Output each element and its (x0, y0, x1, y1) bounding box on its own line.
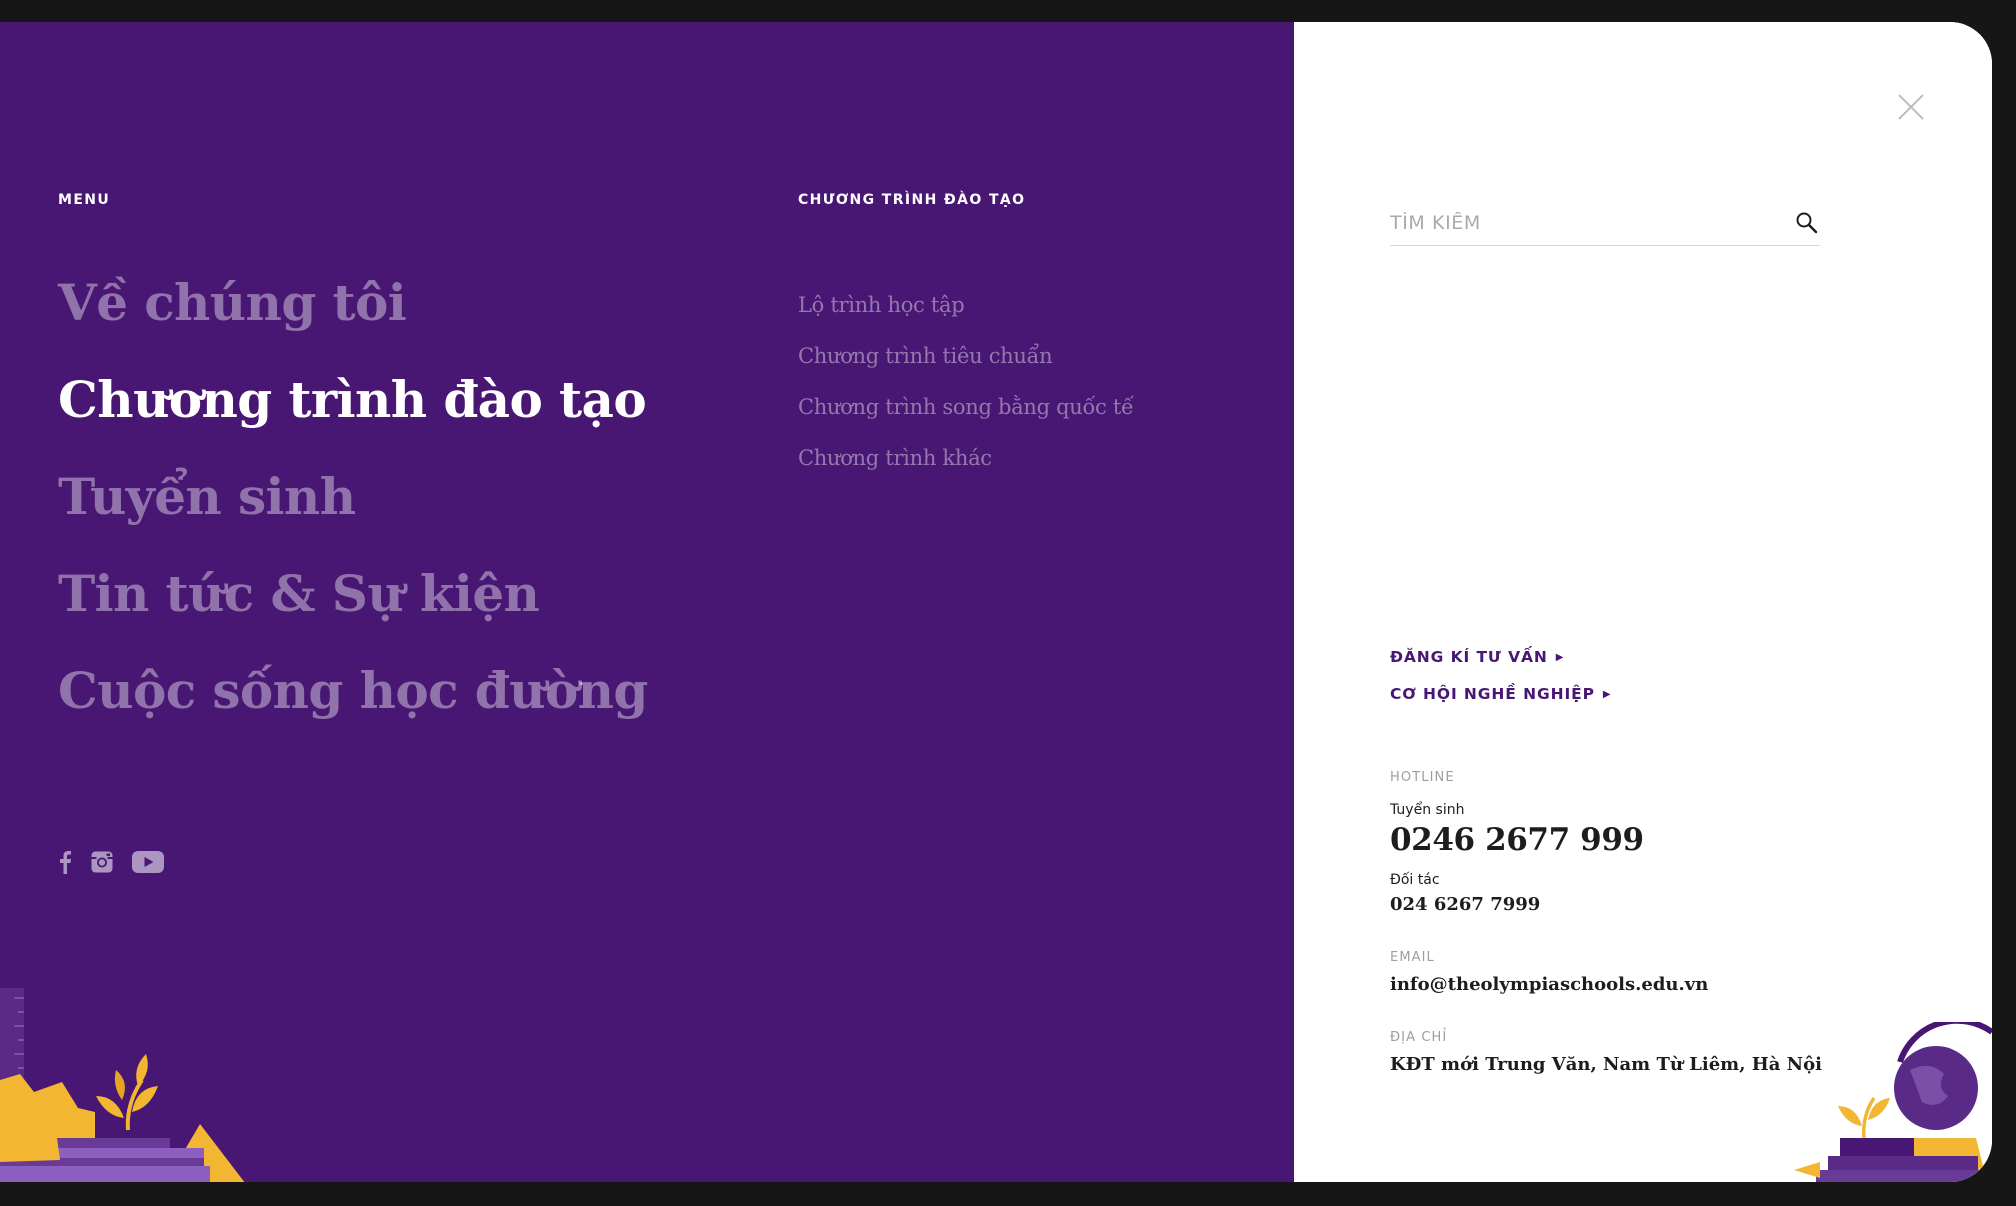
partners-label: Đối tác (1390, 872, 1440, 888)
decorative-globe-illustration (1780, 1017, 1992, 1182)
admissions-phone[interactable]: 0246 2677 999 (1390, 822, 1644, 858)
navigation-panel: MENU Về chúng tôi Chương trình đào tạo T… (0, 22, 1294, 1182)
search-icon[interactable] (1794, 210, 1820, 236)
admissions-label: Tuyển sinh (1390, 802, 1465, 818)
address-text: KĐT mới Trung Văn, Nam Từ Liêm, Hà Nội (1390, 1054, 1822, 1075)
triangle-right-icon: ▶ (1555, 651, 1565, 663)
sub-menu-item-other-programs[interactable]: Chương trình khác (798, 433, 1134, 484)
decorative-books-plant-illustration (0, 962, 270, 1182)
search-input[interactable] (1390, 202, 1794, 243)
main-menu-item-admissions[interactable]: Tuyển sinh (58, 448, 648, 545)
main-menu-item-news-events[interactable]: Tin tức & Sự kiện (58, 545, 648, 642)
close-icon[interactable] (1896, 92, 1926, 122)
partners-phone[interactable]: 024 6267 7999 (1390, 894, 1540, 915)
main-menu: Về chúng tôi Chương trình đào tạo Tuyển … (58, 254, 648, 739)
facebook-icon[interactable] (58, 850, 72, 879)
register-consultation-label: ĐĂNG KÍ TƯ VẤN (1390, 648, 1548, 666)
instagram-icon[interactable] (90, 850, 114, 879)
email-link[interactable]: info@theolympiaschools.edu.vn (1390, 974, 1708, 995)
sub-menu-item-dual-degree-program[interactable]: Chương trình song bằng quốc tế (798, 382, 1134, 433)
triangle-right-icon: ▶ (1602, 688, 1612, 700)
social-links (58, 850, 164, 879)
main-menu-item-school-life[interactable]: Cuộc sống học đường (58, 642, 648, 739)
main-menu-item-programs[interactable]: Chương trình đào tạo (58, 351, 648, 448)
info-panel (1294, 22, 1992, 1182)
career-opportunities-label: CƠ HỘI NGHỀ NGHIỆP (1390, 685, 1595, 703)
youtube-icon[interactable] (132, 851, 164, 878)
email-label: EMAIL (1390, 950, 1435, 965)
sub-menu: Lộ trình học tập Chương trình tiêu chuẩn… (798, 280, 1134, 484)
main-menu-item-about[interactable]: Về chúng tôi (58, 254, 648, 351)
sub-menu-item-standard-program[interactable]: Chương trình tiêu chuẩn (798, 331, 1134, 382)
menu-heading: MENU (58, 192, 111, 208)
submenu-heading: CHƯƠNG TRÌNH ĐÀO TẠO (798, 192, 1026, 208)
career-opportunities-link[interactable]: CƠ HỘI NGHỀ NGHIỆP ▶ (1390, 685, 1611, 703)
search-bar (1390, 200, 1820, 246)
address-label: ĐỊA CHỈ (1390, 1030, 1448, 1045)
sub-menu-item-learning-path[interactable]: Lộ trình học tập (798, 280, 1134, 331)
register-consultation-link[interactable]: ĐĂNG KÍ TƯ VẤN ▶ (1390, 648, 1564, 666)
hotline-label: HOTLINE (1390, 770, 1455, 785)
menu-overlay: MENU Về chúng tôi Chương trình đào tạo T… (0, 22, 1992, 1182)
